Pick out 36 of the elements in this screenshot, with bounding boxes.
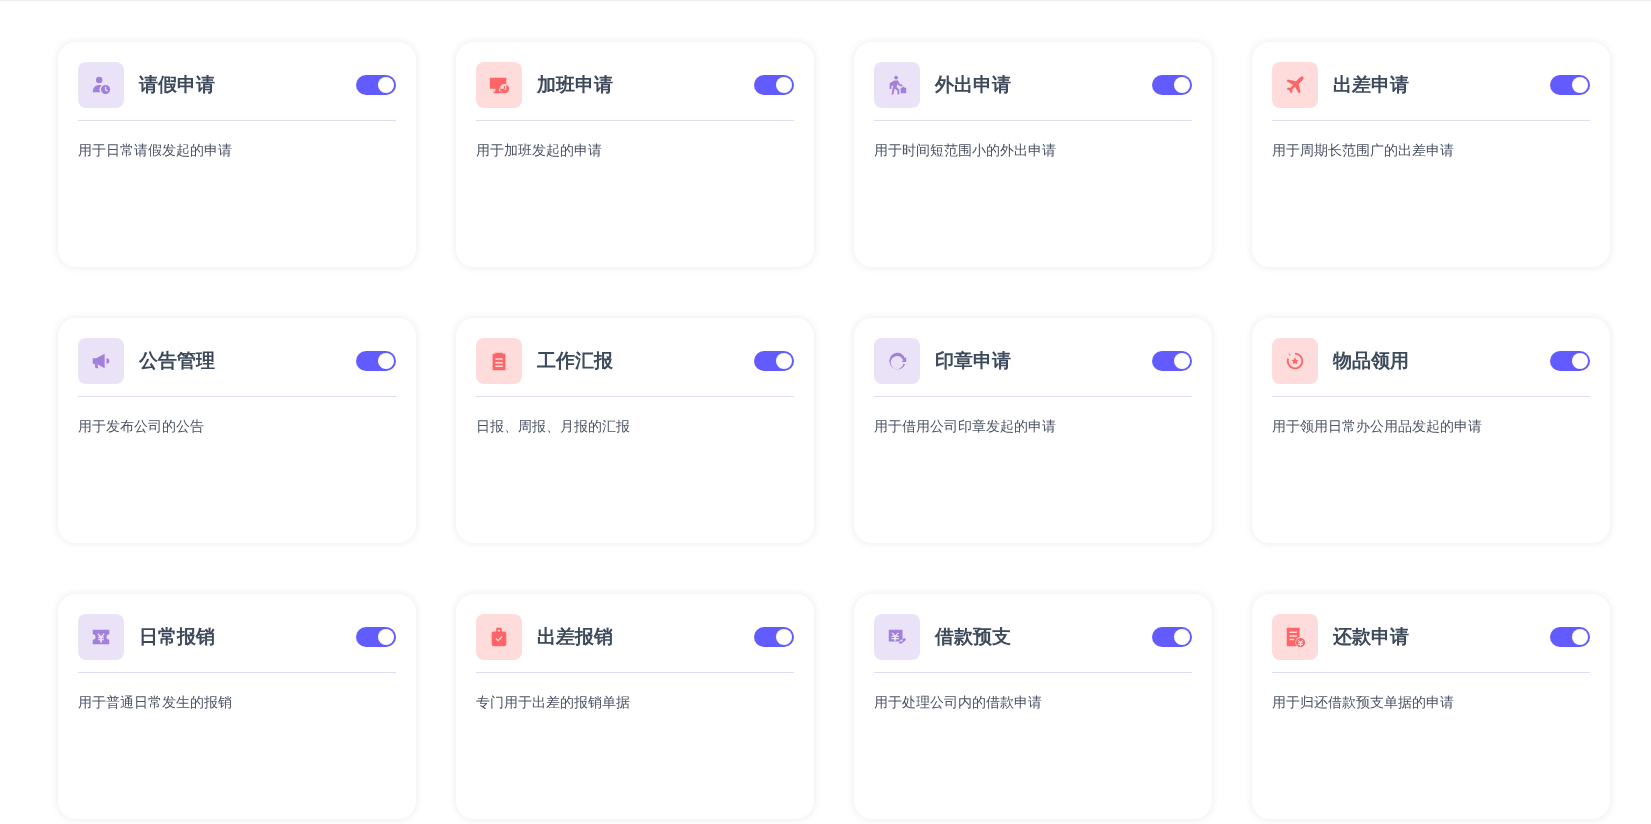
card-description: 用于发布公司的公告	[78, 418, 205, 436]
toggle-switch[interactable]	[1550, 351, 1590, 371]
toggle-switch[interactable]	[1152, 627, 1192, 647]
card-title: 印章申请	[935, 348, 1012, 373]
card-description: 用于加班发起的申请	[476, 142, 603, 160]
card-description: 用于归还借款预支单据的申请	[1272, 694, 1455, 712]
card-title: 日常报销	[139, 624, 216, 649]
card-title: 借款预支	[935, 624, 1012, 649]
card-title: 出差申请	[1333, 72, 1410, 97]
card-description: 用于时间短范围小的外出申请	[874, 142, 1057, 160]
card-title: 外出申请	[935, 72, 1012, 97]
toggle-switch[interactable]	[754, 627, 794, 647]
card-title: 请假申请	[139, 72, 216, 97]
toggle-switch[interactable]	[356, 627, 396, 647]
toggle-switch[interactable]	[754, 75, 794, 95]
toggle-switch[interactable]	[1550, 75, 1590, 95]
card-description: 用于普通日常发生的报销	[78, 694, 233, 712]
toggle-switch[interactable]	[356, 75, 396, 95]
card-description: 用于借用公司印章发起的申请	[874, 418, 1057, 436]
toggle-switch[interactable]	[1550, 627, 1590, 647]
card-title: 工作汇报	[537, 348, 614, 373]
card-description: 用于处理公司内的借款申请	[874, 694, 1043, 712]
card-title: 物品领用	[1333, 348, 1410, 373]
toggle-switch[interactable]	[1152, 351, 1192, 371]
card-title: 加班申请	[537, 72, 614, 97]
toggle-switch[interactable]	[1152, 75, 1192, 95]
card-description: 用于日常请假发起的申请	[78, 142, 233, 160]
toggle-switch[interactable]	[356, 351, 396, 371]
card-description: 用于周期长范围广的出差申请	[1272, 142, 1455, 160]
card-title: 公告管理	[139, 348, 216, 373]
card-description: 用于领用日常办公用品发起的申请	[1272, 418, 1483, 436]
card-title: 还款申请	[1333, 624, 1410, 649]
card-description: 专门用于出差的报销单据	[476, 694, 631, 712]
card-description: 日报、周报、月报的汇报	[476, 418, 631, 436]
toggle-switch[interactable]	[754, 351, 794, 371]
card-title: 出差报销	[537, 624, 614, 649]
